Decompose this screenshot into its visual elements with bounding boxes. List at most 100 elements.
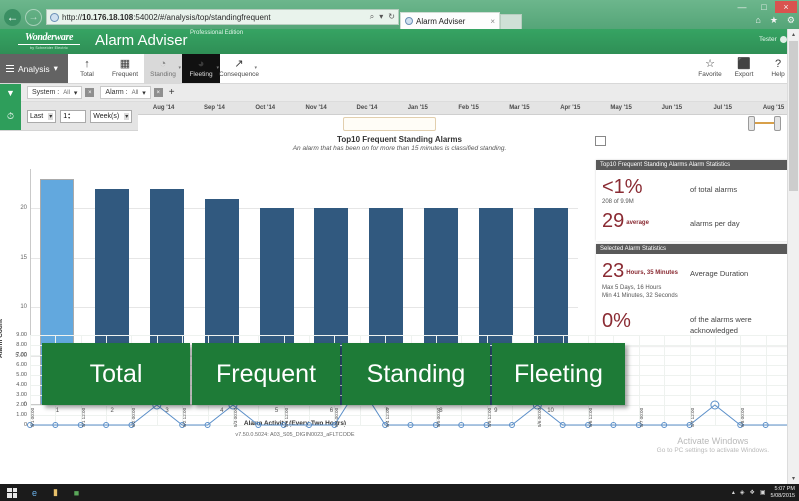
taskbar-internet-explorer-icon[interactable]: e <box>24 484 45 501</box>
timeline-month-label: Sep '14 <box>204 105 225 111</box>
stat-value-group: 0% <box>602 311 690 331</box>
remove-filter-alarm-icon[interactable]: × <box>153 88 163 97</box>
ribbon-item-fleeting[interactable]: ◕ Fleeting ▾ <box>182 54 220 83</box>
scroll-down-icon[interactable]: ▾ <box>788 473 799 484</box>
callout-total[interactable]: Total <box>42 343 190 405</box>
filter-bar: ▼ System : All ▾ × Alarm : All ▾ × + <box>0 83 799 102</box>
stat-row: <1% 208 of 9.9M of total alarms <box>596 170 797 209</box>
stat-number: 0% <box>602 310 631 332</box>
tab-label: Alarm Adviser <box>416 16 466 26</box>
export-button[interactable]: ⬛ Export <box>727 54 761 83</box>
browser-tab[interactable]: Alarm Adviser × <box>400 12 500 29</box>
home-icon[interactable]: ⌂ <box>755 15 760 26</box>
stat-subtext-max: Max 5 Days, 16 Hours <box>602 285 662 291</box>
clock-icon[interactable]: ⏱ <box>0 102 21 130</box>
back-icon[interactable]: ← <box>4 8 21 26</box>
favorite-label: Favorite <box>698 71 722 78</box>
favorite-button[interactable]: ☆ Favorite <box>693 54 727 83</box>
logo-wordmark: Wonderware <box>24 32 74 43</box>
ribbon-item-standing[interactable]: ◔ Standing ▾ <box>144 54 182 83</box>
filter-chip-alarm[interactable]: Alarm : All ▾ <box>100 86 151 99</box>
stepper-down-icon[interactable]: ▾ <box>68 116 70 120</box>
ribbon-item-consequence[interactable]: ↗ Consequence ▾ <box>218 54 260 83</box>
quantity-stepper[interactable]: ▴ ▾ <box>68 112 70 120</box>
scrollbar-thumb[interactable] <box>789 41 798 191</box>
table-view-icon[interactable] <box>595 136 606 146</box>
refresh-icon[interactable]: ↻ <box>388 12 395 22</box>
chart-header: Top10 Frequent Standing Alarms An alarm … <box>0 131 799 152</box>
remove-filter-system-icon[interactable]: × <box>85 88 95 97</box>
search-icon[interactable]: ⌕ <box>370 12 374 22</box>
forward-icon[interactable]: → <box>25 8 42 26</box>
callout-fleeting[interactable]: Fleeting <box>492 343 625 405</box>
ribbon-item-frequent[interactable]: ▦ Frequent <box>106 54 144 83</box>
stat-value-group: 23 Hours, 35 Minutes Max 5 Days, 16 Hour… <box>602 261 690 299</box>
taskbar-folder-icon[interactable]: ▮ <box>45 484 66 501</box>
start-button[interactable] <box>0 484 24 501</box>
timeline-handle-right[interactable] <box>773 116 781 131</box>
filter-chip-system[interactable]: System : All ▾ <box>27 86 83 99</box>
range-amount-input[interactable]: 1 ▴ ▾ <box>60 109 87 123</box>
tray-volume-icon[interactable]: ◈ <box>740 489 745 496</box>
tray-network-icon[interactable]: ❖ <box>749 489 754 496</box>
range-mode-select[interactable]: Last ▾ <box>27 109 57 123</box>
favorites-star-icon[interactable]: ★ <box>770 15 778 26</box>
statistics-panel: Top10 Frequent Standing Alarms Alarm Sta… <box>596 160 797 349</box>
stat-number: <1% <box>602 176 643 198</box>
filter-chip-label: Alarm : <box>105 89 128 96</box>
chevron-down-icon: ▾ <box>53 63 58 73</box>
chevron-down-icon[interactable]: ▾ <box>178 65 181 71</box>
chevron-down-icon: ▾ <box>142 89 146 97</box>
stat-value-group: <1% 208 of 9.9M <box>602 177 690 205</box>
stat-card-title: Selected Alarm Statistics <box>596 244 797 254</box>
system-tray: ▴ ◈ ❖ ▣ 5:07 PM 5/08/2015 <box>732 486 799 500</box>
stat-description: of total alarms <box>690 185 738 194</box>
tray-action-icon[interactable]: ▣ <box>760 489 766 496</box>
stat-description: alarms per day <box>690 219 740 228</box>
chevron-down-icon[interactable]: ▾ <box>254 65 257 71</box>
range-unit-select[interactable]: Week(s) ▾ <box>90 109 133 123</box>
add-filter-button[interactable]: + <box>169 87 175 98</box>
stat-number: 23 <box>602 260 625 282</box>
analysis-menu-button[interactable]: Analysis ▾ <box>0 54 68 83</box>
y-axis-tick-label: 20 <box>20 205 27 212</box>
tab-close-icon[interactable]: × <box>490 17 495 26</box>
browser-chrome: — □ × ← → http://10.176.18.108:54002/#/a… <box>0 0 799 29</box>
clock-icon: ◔ <box>159 58 167 70</box>
spark-icon: ↗ <box>234 58 244 70</box>
address-bar[interactable]: http://10.176.18.108:54002/#/analysis/to… <box>46 9 399 25</box>
stat-value: <1% <box>602 177 690 197</box>
new-tab-button[interactable] <box>500 14 522 29</box>
hamburger-icon <box>6 65 14 72</box>
ribbon-item-label: Consequence <box>218 71 260 78</box>
user-label: Tester <box>759 35 777 43</box>
stat-number: 29 <box>602 210 625 232</box>
timeline-handle-left[interactable] <box>748 116 756 131</box>
timeline-track[interactable] <box>138 114 799 131</box>
callout-frequent[interactable]: Frequent <box>192 343 340 405</box>
truck-icon: ⬛ <box>737 58 751 70</box>
vertical-scrollbar[interactable]: ▴ ▾ <box>787 29 799 484</box>
dropdown-icon[interactable]: ▾ <box>379 12 383 22</box>
ribbon-item-total[interactable]: ↑ Total <box>68 54 106 83</box>
y-axis-tick-label: 15 <box>20 254 27 261</box>
range-unit-value: Week(s) <box>93 112 120 120</box>
callout-standing[interactable]: Standing <box>342 343 490 405</box>
tools-gear-icon[interactable]: ⚙ <box>787 15 795 26</box>
windows-start-icon <box>7 487 17 498</box>
scroll-up-icon[interactable]: ▴ <box>788 29 799 40</box>
timeline-selection[interactable] <box>343 117 436 131</box>
timeline-month-label: Feb '15 <box>458 105 479 111</box>
range-amount-value: 1 <box>63 112 68 120</box>
clock[interactable]: 5:07 PM 5/08/2015 <box>771 486 795 500</box>
range-mode-value: Last <box>30 112 44 120</box>
filter-icon[interactable]: ▼ <box>0 83 21 102</box>
date-range-bar: ⏱ Last ▾ 1 ▴ ▾ Week(s) ▾ Aug '14 Sep '14… <box>0 102 799 131</box>
stat-value: 29 average <box>602 211 690 233</box>
timeline-month-label: Aug '14 <box>152 105 175 111</box>
timeline-slider[interactable]: Aug '14 Sep '14 Oct '14 Nov '14 Dec '14 Jan '… <box>138 102 799 131</box>
taskbar-store-icon[interactable]: ■ <box>66 484 87 501</box>
stat-card-title: Top10 Frequent Standing Alarms Alarm Sta… <box>596 160 797 170</box>
tray-expand-icon[interactable]: ▴ <box>732 489 735 496</box>
timeline-month-labels: Aug '14 Sep '14 Oct '14 Nov '14 Dec '14 Jan '… <box>138 102 799 114</box>
